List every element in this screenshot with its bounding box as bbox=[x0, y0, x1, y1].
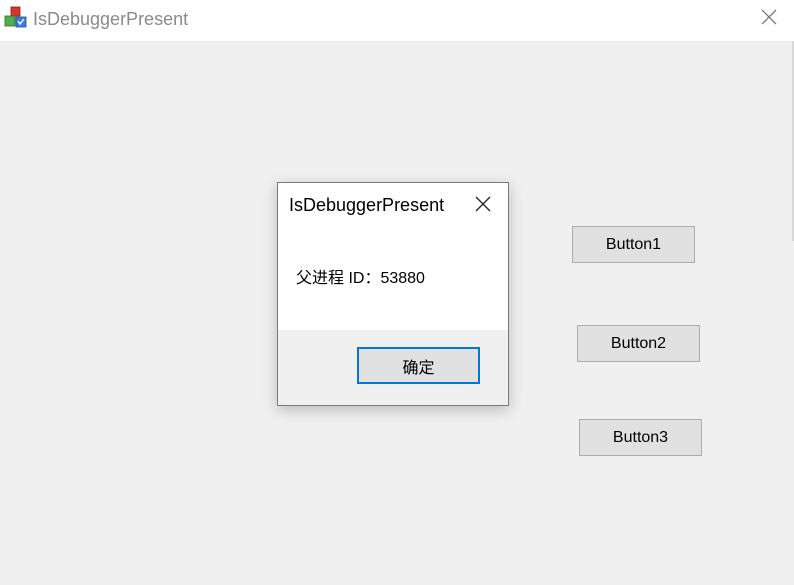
window-close-button[interactable] bbox=[752, 2, 786, 36]
window-title: IsDebuggerPresent bbox=[33, 9, 189, 29]
message-dialog: IsDebuggerPresent 父进程 ID：53880 确定 bbox=[277, 182, 509, 406]
close-icon bbox=[475, 196, 491, 217]
button2[interactable]: Button2 bbox=[577, 325, 700, 362]
dialog-footer: 确定 bbox=[278, 330, 508, 405]
main-window: IsDebuggerPresent Button1 Button2 Button… bbox=[0, 0, 794, 585]
app-icon bbox=[4, 6, 28, 30]
dialog-title: IsDebuggerPresent bbox=[289, 195, 445, 215]
dialog-close-button[interactable] bbox=[470, 193, 496, 219]
close-icon bbox=[761, 9, 777, 30]
ok-button[interactable]: 确定 bbox=[357, 347, 480, 384]
dialog-message: 父进程 ID：53880 bbox=[296, 270, 425, 287]
button3[interactable]: Button3 bbox=[579, 419, 702, 456]
button1[interactable]: Button1 bbox=[572, 226, 695, 263]
title-bar: IsDebuggerPresent bbox=[0, 0, 794, 42]
